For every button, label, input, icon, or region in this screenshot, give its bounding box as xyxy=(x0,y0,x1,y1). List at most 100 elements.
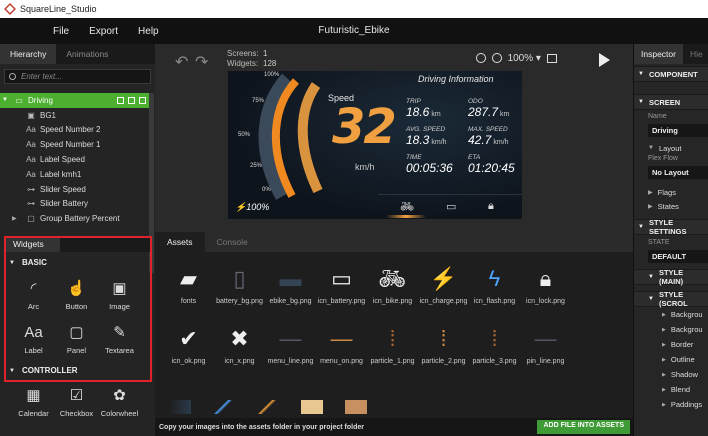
tree-item-speed-number-2[interactable]: Aa Speed Number 2 xyxy=(0,123,150,138)
gauge-mark: 25% xyxy=(250,163,263,169)
widget-image[interactable]: ▣ Image xyxy=(98,273,141,315)
widget-button[interactable]: ☝ Button xyxy=(55,273,98,315)
asset-name: icn_ok.png xyxy=(171,358,206,365)
menu-export[interactable]: Export xyxy=(89,26,118,37)
asset-item[interactable]: ▭ icn_battery.png xyxy=(316,262,367,318)
asset-item[interactable]: ⁞ particle_1.png xyxy=(367,322,418,378)
asset-name: icn_bike.png xyxy=(372,298,413,305)
flags-row[interactable]: ▶ Flags xyxy=(634,185,708,199)
lock-icon[interactable]: 🔒︎ xyxy=(488,200,494,213)
section-basic[interactable]: ▼ BASIC xyxy=(0,258,150,270)
tree-item-speed-number-1[interactable]: Aa Speed Number 1 xyxy=(0,137,150,152)
widget-label[interactable]: Aa Label xyxy=(12,317,55,359)
delete-icon[interactable] xyxy=(117,96,124,104)
add-file-button[interactable]: ADD FILE INTO ASSETS xyxy=(537,420,630,434)
tree-item-bg1[interactable]: ▣ BG1 xyxy=(0,108,150,123)
tree-item-driving[interactable]: ▼ ▭ Driving xyxy=(0,93,150,108)
asset-item[interactable]: ⚡ icn_charge.png xyxy=(418,262,469,318)
tree-item-label-speed[interactable]: Aa Label Speed xyxy=(0,152,150,167)
tab-inspector[interactable]: Inspector xyxy=(634,44,683,64)
menu-file[interactable]: File xyxy=(53,26,69,37)
section-style-main[interactable]: ▼ STYLE (MAIN) xyxy=(634,268,708,286)
flex-flow-select[interactable]: No Layout xyxy=(648,166,708,179)
asset-item[interactable]: ▯ battery_bg.png xyxy=(214,262,265,318)
battery-icon[interactable]: ▭ xyxy=(446,200,456,213)
widget-colorwheel[interactable]: ✿ Colorwheel xyxy=(98,380,141,422)
zoom-out-icon[interactable] xyxy=(476,53,486,64)
tab-widgets[interactable]: Widgets xyxy=(5,236,60,252)
widget-textarea[interactable]: ✎ Textarea xyxy=(98,317,141,359)
widget-calendar[interactable]: ▦ Calendar xyxy=(12,380,55,422)
tree-item-group-battery-percent[interactable]: ▶ ▢ Group Battery Percent xyxy=(0,211,150,226)
section-title: BASIC xyxy=(22,258,47,267)
name-field[interactable]: Driving xyxy=(648,124,708,137)
section-screen[interactable]: ▼ SCREEN xyxy=(634,94,708,110)
style-blend-row[interactable]: ▶ Blend xyxy=(634,382,708,397)
widget-checkbox[interactable]: ☑ Checkbox xyxy=(55,380,98,422)
asset-item[interactable]: — pin_line.png xyxy=(520,322,571,378)
undo-icon[interactable]: ↶ xyxy=(175,52,188,72)
layout-label: Layout xyxy=(658,143,682,153)
assets-grid: ▰ fonts ▯ battery_bg.png ▬ ebike_bg.png ▭ ic… xyxy=(163,262,571,378)
tree-item-slider-battery[interactable]: ⊶ Slider Battery xyxy=(0,197,150,212)
state-select[interactable]: DEFAULT xyxy=(648,250,708,263)
zoom-level[interactable]: 100% xyxy=(508,53,534,64)
tree-item-label-kmh1[interactable]: Aa Label kmh1 xyxy=(0,167,150,182)
widget-panel[interactable]: ▢ Panel xyxy=(55,317,98,359)
tree-item-slider-speed[interactable]: ⊶ Slider Speed xyxy=(0,182,150,197)
section-style-scroll[interactable]: ▼ STYLE (SCROL xyxy=(634,290,708,308)
expand-arrow-icon[interactable]: ▼ xyxy=(2,97,8,103)
section-controller[interactable]: ▼ CONTROLLER xyxy=(0,366,150,378)
asset-item[interactable]: 🔒︎ icn_lock.png xyxy=(520,262,571,318)
search-placeholder: Enter text... xyxy=(21,72,62,81)
asset-thumb-partial[interactable] xyxy=(345,400,367,414)
asset-item[interactable]: ▰ fonts xyxy=(163,262,214,318)
asset-item[interactable]: ⁞ particle_3.png xyxy=(469,322,520,378)
visibility-icon[interactable] xyxy=(139,96,146,104)
asset-item[interactable]: — menu_line.png xyxy=(265,322,316,378)
tab-console[interactable]: Console xyxy=(205,232,260,252)
label-icon: Aa xyxy=(26,140,36,150)
widget-arc[interactable]: ◜ Arc xyxy=(12,273,55,315)
expand-arrow-icon[interactable]: ▶ xyxy=(12,215,17,222)
style-paddings-row[interactable]: ▶ Paddings xyxy=(634,397,708,412)
asset-name: icn_x.png xyxy=(224,358,255,365)
asset-item[interactable]: ✖ icn_x.png xyxy=(214,322,265,378)
section-style-settings[interactable]: ▼ STYLE SETTINGS xyxy=(634,218,708,236)
asset-item[interactable]: ✔ icn_ok.png xyxy=(163,322,214,378)
style-background-row[interactable]: ▶ Backgrou xyxy=(634,307,708,322)
tab-animations[interactable]: Animations xyxy=(56,44,118,64)
menu-help[interactable]: Help xyxy=(138,26,159,37)
style-shadow-row[interactable]: ▶ Shadow xyxy=(634,367,708,382)
layout-row[interactable]: ▼ Layout xyxy=(634,141,708,155)
asset-thumb-partial[interactable] xyxy=(213,400,235,414)
checkbox-icon: ☑ xyxy=(69,387,84,404)
states-row[interactable]: ▶ States xyxy=(634,199,708,213)
caret-icon: ▶ xyxy=(648,203,653,210)
asset-item[interactable]: ϟ icn_flash.png xyxy=(469,262,520,318)
tab-hierarchy[interactable]: Hierarchy xyxy=(0,44,57,64)
style-border-row[interactable]: ▶ Border xyxy=(634,337,708,352)
style-outline-row[interactable]: ▶ Outline xyxy=(634,352,708,367)
play-icon[interactable] xyxy=(599,53,610,67)
tab-assets[interactable]: Assets xyxy=(155,232,205,252)
hierarchy-search-input[interactable]: Enter text... xyxy=(4,69,151,84)
asset-item[interactable]: — menu_on.png xyxy=(316,322,367,378)
background-image-icon[interactable] xyxy=(546,53,557,63)
asset-item[interactable]: ▬ ebike_bg.png xyxy=(265,262,316,318)
bike-icon[interactable]: 🚲︎ xyxy=(400,200,414,213)
asset-item[interactable]: ⁞ particle_2.png xyxy=(418,322,469,378)
asset-thumb-partial[interactable] xyxy=(301,400,323,414)
app-logo-icon xyxy=(4,3,16,15)
zoom-in-icon[interactable] xyxy=(491,53,502,64)
asset-thumb-partial[interactable] xyxy=(169,400,191,414)
section-component[interactable]: ▼ COMPONENT xyxy=(634,66,708,82)
tab-hierarchy-right[interactable]: Hie xyxy=(683,44,708,64)
asset-item[interactable]: 🚲︎ icn_bike.png xyxy=(367,262,418,318)
redo-icon[interactable]: ↷ xyxy=(195,52,208,72)
asset-thumb-partial[interactable] xyxy=(257,400,279,414)
dashboard-preview[interactable]: 100% 75% 50% 25% 0% Driving Information … xyxy=(228,71,522,219)
lock-icon[interactable] xyxy=(128,96,135,104)
widgets-count: 128 xyxy=(263,59,277,68)
style-background-row-2[interactable]: ▶ Backgrou xyxy=(634,322,708,337)
